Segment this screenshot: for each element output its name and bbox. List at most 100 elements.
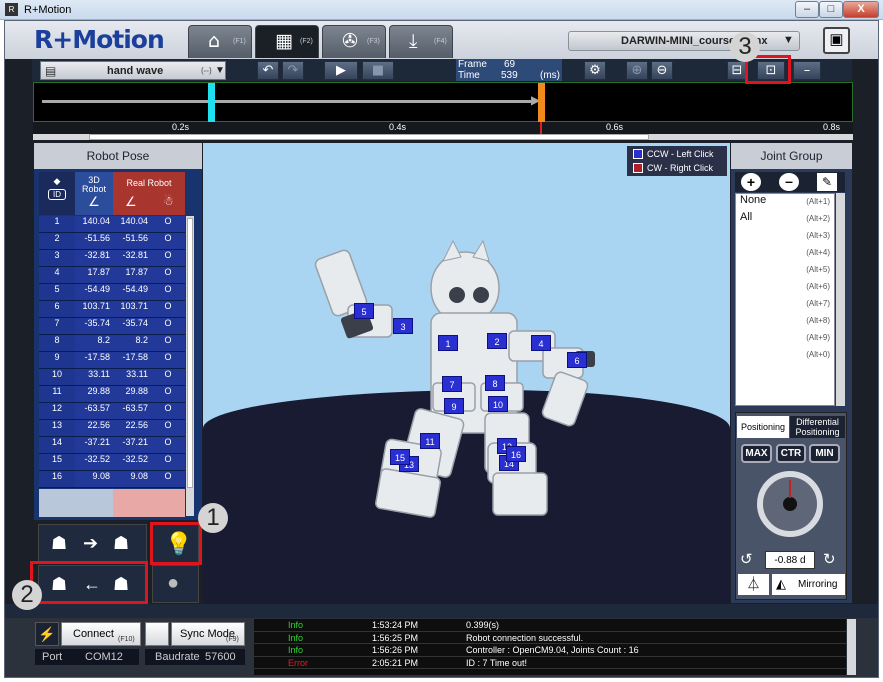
list-item[interactable]: (Alt+3)	[736, 228, 834, 245]
table-row[interactable]: 6 103.71 103.71 O	[39, 301, 185, 318]
model-select[interactable]: DARWIN-MINI_course_mtnx	[568, 31, 800, 51]
table-row[interactable]: 2 -51.56 -51.56 O	[39, 233, 185, 250]
joint-group-list[interactable]: None (Alt+1) All (Alt+2) (Alt+3) (Alt+4) (…	[735, 193, 835, 406]
joint-label[interactable]: 1	[438, 335, 458, 351]
playhead[interactable]	[538, 83, 545, 122]
position-value[interactable]: -0.88 d	[765, 551, 815, 569]
tab-differential-positioning[interactable]: Differential Positioning	[790, 416, 845, 438]
save-icon[interactable]: ▣	[823, 27, 850, 54]
tab-download[interactable]: ⤓ (F4)	[389, 25, 453, 58]
mirroring-button[interactable]: ◭ Mirroring	[772, 574, 845, 595]
list-item[interactable]: (Alt+0)	[736, 347, 834, 364]
tab-task[interactable]: ✇ (F3)	[322, 25, 386, 58]
ctr-button[interactable]: CTR	[776, 444, 806, 463]
list-item[interactable]: (Alt+5)	[736, 262, 834, 279]
edit-group-icon[interactable]: ✎	[817, 173, 837, 191]
robot-model[interactable]	[203, 143, 730, 603]
table-row[interactable]: 12 -63.57 -63.57 O	[39, 403, 185, 420]
dial-knob[interactable]	[783, 497, 797, 511]
port-field[interactable]: Port COM12	[35, 649, 139, 665]
sync-toggle[interactable]	[145, 622, 169, 646]
torque-off-button[interactable]: ●	[152, 565, 199, 603]
sync-mode-button[interactable]: Sync Mode (F9)	[171, 622, 245, 646]
zoom-in-icon[interactable]: ⊕	[626, 61, 648, 80]
list-item[interactable]: (Alt+4)	[736, 245, 834, 262]
joint-label[interactable]: 8	[485, 375, 505, 391]
stop-icon[interactable]: ■	[362, 61, 394, 80]
list-item[interactable]: (Alt+6)	[736, 279, 834, 296]
table-row[interactable]: 10 33.11 33.11 O	[39, 369, 185, 386]
table-row[interactable]: 3 -32.81 -32.81 O	[39, 250, 185, 267]
log-row: Info 1:53:24 PM 0.399(s)	[254, 619, 846, 632]
motion-select[interactable]: ▤ hand wave (--) ▼	[40, 61, 226, 80]
minimize-button[interactable]: –	[795, 1, 819, 18]
joint-label[interactable]: 6	[567, 352, 587, 368]
frame-marker[interactable]	[208, 83, 215, 122]
pose-table-scrollbar[interactable]	[186, 216, 194, 516]
table-row[interactable]: 16 9.08 9.08 O	[39, 471, 185, 488]
mirror-icon: ◭	[776, 576, 786, 591]
joint-label[interactable]: 4	[531, 335, 551, 351]
connect-button[interactable]: Connect (F10)	[61, 622, 141, 646]
insert-frame-icon[interactable]: ⊟	[727, 61, 747, 80]
joint-label[interactable]: 15	[390, 449, 410, 465]
timeline-track	[42, 100, 536, 103]
robot-3d-icon: ☗	[51, 533, 68, 553]
tab-positioning[interactable]: Positioning	[737, 416, 789, 438]
undo-icon[interactable]: ↶	[257, 61, 279, 80]
close-button[interactable]: X	[843, 1, 879, 18]
copy-3d-to-real-button[interactable]: ☗ ➔ ☗	[38, 524, 147, 563]
remove-group-icon[interactable]: –	[779, 173, 799, 191]
scroll-thumb[interactable]	[89, 134, 649, 140]
table-row[interactable]: 13 22.56 22.56 O	[39, 420, 185, 437]
log-scrollbar[interactable]	[847, 619, 856, 675]
pose-table: 1 140.04 140.04 O 2 -51.56 -51.56 O 3 -32.81 -32…	[39, 216, 185, 488]
redo-icon[interactable]: ↷	[282, 61, 304, 80]
time-ruler	[33, 122, 853, 134]
list-item[interactable]: All (Alt+2)	[736, 211, 834, 228]
joint-label[interactable]: 16	[506, 446, 526, 462]
joint-label[interactable]: 11	[420, 433, 440, 449]
col-3d-robot[interactable]: 3D Robot ∠	[75, 172, 113, 215]
table-row[interactable]: 11 29.88 29.88 O	[39, 386, 185, 403]
rotate-cw-icon[interactable]: ↻	[823, 550, 836, 568]
table-row[interactable]: 7 -35.74 -35.74 O	[39, 318, 185, 335]
table-row[interactable]: 9 -17.58 -17.58 O	[39, 352, 185, 369]
list-item[interactable]: (Alt+7)	[736, 296, 834, 313]
play-icon[interactable]: ▶	[324, 61, 358, 80]
list-item[interactable]: None (Alt+1)	[736, 194, 834, 211]
baudrate-field[interactable]: Baudrate 57600	[145, 649, 245, 665]
table-row[interactable]: 4 17.87 17.87 O	[39, 267, 185, 284]
add-group-icon[interactable]: +	[741, 173, 761, 191]
chevron-down-icon: ▼	[783, 34, 794, 46]
joint-label[interactable]: 3	[393, 318, 413, 334]
table-row[interactable]: 5 -54.49 -54.49 O	[39, 284, 185, 301]
joint-label[interactable]: 5	[354, 303, 374, 319]
timeline[interactable]: ▶	[33, 82, 853, 122]
position-dial[interactable]	[757, 471, 823, 537]
joint-label[interactable]: 9	[444, 398, 464, 414]
tab-motion[interactable]: ▦ (F2)	[255, 25, 319, 58]
joint-label[interactable]: 7	[442, 376, 462, 392]
maximize-button[interactable]: □	[819, 1, 843, 18]
tab-home[interactable]: ⌂ (F1)	[188, 25, 252, 58]
mirror-axis-icon[interactable]: ⏃	[738, 574, 769, 595]
joint-label[interactable]: 10	[488, 396, 508, 412]
col-real-robot[interactable]: Real Robot ∠ ☃	[113, 172, 185, 215]
list-item[interactable]: (Alt+9)	[736, 330, 834, 347]
rotate-ccw-icon[interactable]: ↺	[740, 550, 753, 568]
min-button[interactable]: MIN	[809, 444, 840, 463]
status-strip	[5, 604, 878, 618]
table-row[interactable]: 8 8.2 8.2 O	[39, 335, 185, 352]
collapse-icon[interactable]: –	[793, 61, 821, 80]
zoom-out-icon[interactable]: ⊖	[651, 61, 673, 80]
timeline-scrollbar[interactable]	[33, 134, 853, 140]
table-row[interactable]: 15 -32.52 -32.52 O	[39, 454, 185, 471]
table-row[interactable]: 14 -37.21 -37.21 O	[39, 437, 185, 454]
list-item[interactable]: (Alt+8)	[736, 313, 834, 330]
gear-icon[interactable]: ⚙	[584, 61, 606, 80]
joint-label[interactable]: 2	[487, 333, 507, 349]
table-row[interactable]: 1 140.04 140.04 O	[39, 216, 185, 233]
group-list-scrollbar[interactable]	[836, 193, 845, 406]
max-button[interactable]: MAX	[741, 444, 772, 463]
